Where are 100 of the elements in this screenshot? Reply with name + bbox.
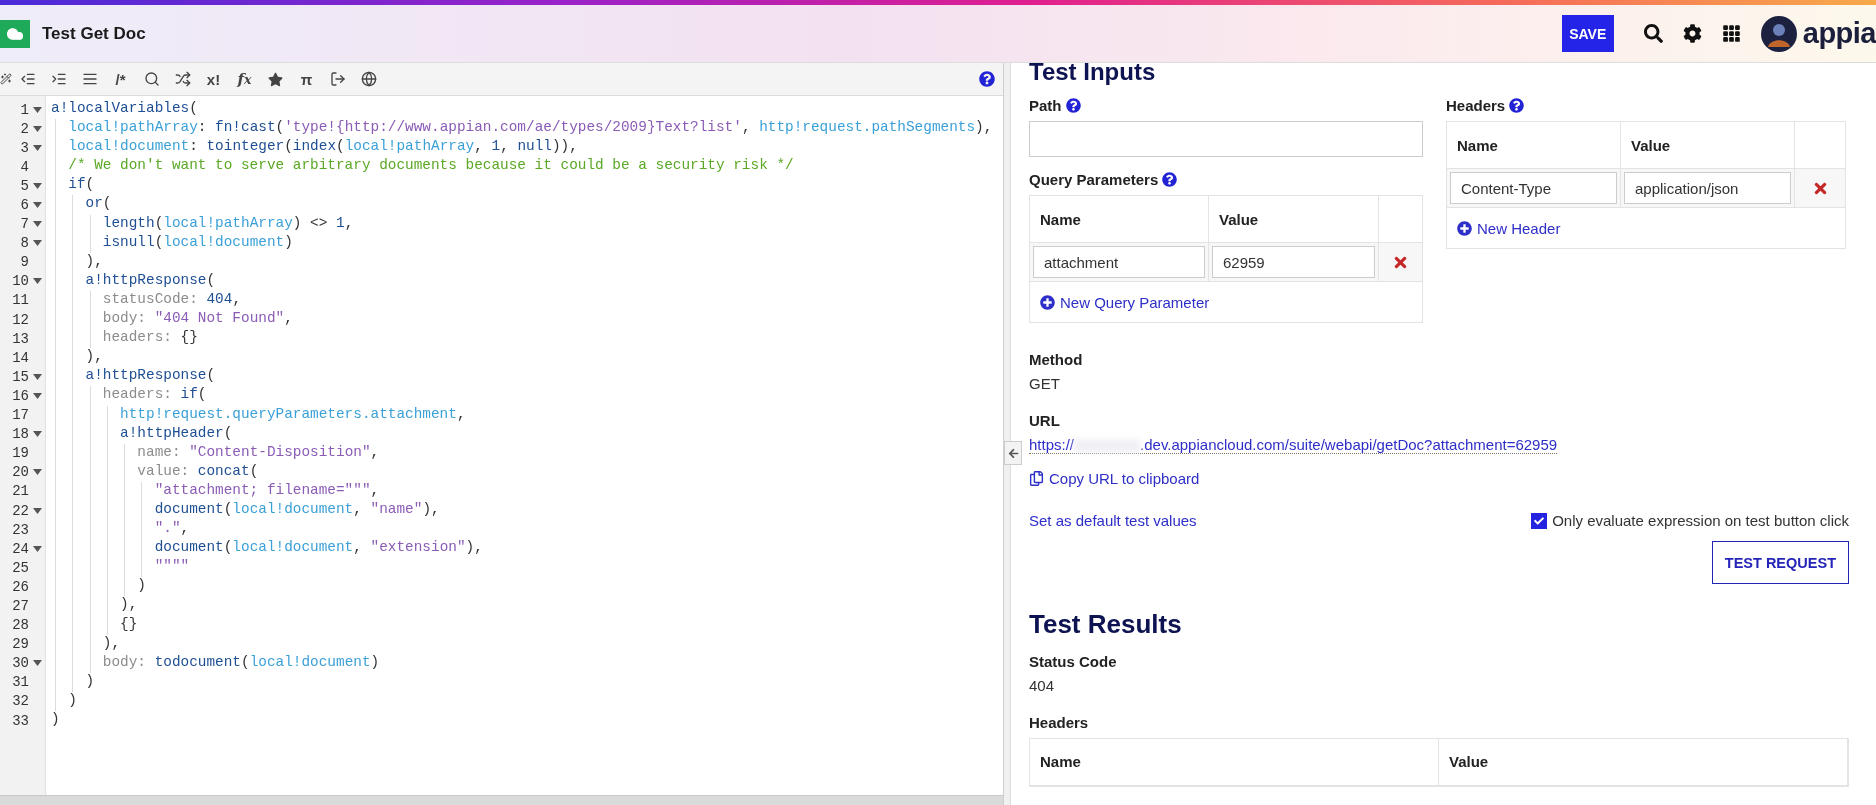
- line-number: 7: [20, 216, 29, 233]
- page-title: Test Get Doc: [42, 23, 146, 44]
- field-label: Headers: [1029, 714, 1089, 731]
- field-label: Headers: [1446, 97, 1506, 115]
- line-number: 19: [12, 445, 29, 462]
- brand-logo: appia: [1802, 17, 1876, 50]
- plus-icon: [1457, 220, 1472, 236]
- close-icon[interactable]: [1795, 169, 1845, 208]
- field-label: Method: [1029, 351, 1083, 369]
- help-icon[interactable]: [1162, 172, 1178, 188]
- line-number: 4: [20, 158, 29, 175]
- line-number: 26: [12, 578, 29, 595]
- line-number: 3: [20, 139, 29, 156]
- url-link[interactable]: https:// .dev.appiancloud.com/suite/webapi/getDoc?attachment=62959: [1029, 436, 1558, 455]
- line-number: 24: [12, 540, 29, 557]
- caret-icon[interactable]: [33, 144, 42, 151]
- name-input[interactable]: attachment: [1033, 246, 1205, 279]
- grid-icon[interactable]: [1721, 24, 1741, 43]
- scrollbar[interactable]: [0, 795, 1003, 805]
- line-number: 6: [20, 197, 29, 213]
- caret-icon[interactable]: [33, 125, 42, 132]
- help-icon[interactable]: [979, 71, 995, 87]
- add-link[interactable]: New Query Parameter: [1040, 293, 1210, 311]
- line-number: 21: [12, 483, 29, 500]
- arrow-left-icon: [1007, 447, 1019, 459]
- line-number: 15: [12, 368, 29, 385]
- field-label: URL: [1029, 412, 1060, 430]
- save-button[interactable]: SAVE: [1561, 15, 1614, 52]
- line-number: 27: [12, 598, 29, 614]
- caret-icon[interactable]: [33, 278, 42, 285]
- field-label: Status Code: [1029, 653, 1117, 670]
- path-input[interactable]: [1029, 121, 1423, 158]
- copy-url-link[interactable]: Copy URL to clipboard: [1029, 470, 1200, 488]
- caret-icon[interactable]: [33, 106, 42, 113]
- caret-icon[interactable]: [33, 202, 42, 208]
- help-icon[interactable]: [1509, 98, 1525, 114]
- checkbox-label: Only evaluate expression on test button click: [1552, 512, 1849, 530]
- line-number: 20: [12, 464, 29, 481]
- line-number: 17: [12, 407, 29, 424]
- plus-icon: [1040, 294, 1055, 310]
- line-number: 16: [12, 387, 29, 404]
- column-header: Value: [1209, 196, 1379, 243]
- value-input[interactable]: application/json: [1624, 172, 1791, 205]
- caret-icon[interactable]: [33, 221, 42, 228]
- field-label: Path: [1029, 97, 1062, 115]
- field-label: Query Parameters: [1029, 171, 1159, 189]
- search-icon[interactable]: [1643, 24, 1663, 43]
- column-header: Value: [1621, 122, 1795, 169]
- caret-icon[interactable]: [33, 469, 42, 476]
- line-number: 1: [20, 101, 29, 118]
- line-number: 13: [12, 330, 29, 347]
- line-number: 14: [12, 349, 29, 366]
- check-icon: [1534, 515, 1545, 526]
- help-icon[interactable]: [1065, 98, 1081, 114]
- line-number: 5: [20, 177, 29, 194]
- status-code-value: 404: [1029, 677, 1056, 694]
- caret-icon[interactable]: [33, 392, 42, 399]
- line-number: 23: [12, 521, 29, 538]
- cloud-logo-icon: [0, 19, 30, 48]
- name-input[interactable]: Content-Type: [1450, 172, 1617, 205]
- toolbar-button[interactable]: /*: [105, 67, 136, 91]
- caret-icon[interactable]: [33, 240, 42, 247]
- line-number: 10: [12, 273, 29, 290]
- checkbox[interactable]: [1531, 512, 1548, 529]
- column-header: Name: [1030, 739, 1439, 785]
- value-input[interactable]: 62959: [1212, 246, 1375, 279]
- caret-icon[interactable]: [33, 545, 42, 552]
- line-number: 32: [12, 693, 29, 710]
- caret-icon[interactable]: [33, 182, 42, 189]
- column-header: Value: [1439, 739, 1848, 785]
- caret-icon[interactable]: [33, 373, 42, 380]
- line-number: 25: [12, 559, 29, 576]
- method-value: GET: [1029, 375, 1061, 393]
- avatar[interactable]: [1760, 15, 1797, 52]
- collapse-button[interactable]: [1004, 441, 1022, 465]
- toolbar-button[interactable]: x!: [198, 67, 229, 91]
- line-number: 8: [20, 235, 29, 252]
- test-request-button[interactable]: TEST REQUEST: [1711, 541, 1849, 585]
- caret-icon[interactable]: [33, 507, 42, 514]
- line-number: 31: [12, 674, 29, 691]
- column-header: Name: [1447, 122, 1621, 169]
- column-header: Name: [1030, 196, 1209, 243]
- toolbar-button[interactable]: π: [291, 67, 322, 91]
- line-number: 33: [12, 712, 29, 729]
- line-number: 18: [12, 426, 29, 443]
- section-heading: Test Results: [1029, 610, 1183, 639]
- section-heading: Test Inputs: [1029, 63, 1157, 86]
- caret-icon[interactable]: [33, 431, 42, 438]
- add-link[interactable]: New Header: [1457, 219, 1561, 237]
- line-number: 22: [12, 502, 29, 519]
- line-number: 29: [12, 636, 29, 653]
- copy-icon: [1029, 471, 1044, 487]
- close-icon[interactable]: [1379, 243, 1422, 282]
- default-values-link[interactable]: Set as default test values: [1029, 512, 1197, 530]
- line-number: 12: [12, 311, 29, 328]
- line-number: 9: [20, 254, 29, 271]
- caret-icon[interactable]: [33, 660, 42, 667]
- settings-icon[interactable]: [1682, 24, 1702, 43]
- line-number: 30: [12, 655, 29, 672]
- line-number: 11: [12, 292, 29, 309]
